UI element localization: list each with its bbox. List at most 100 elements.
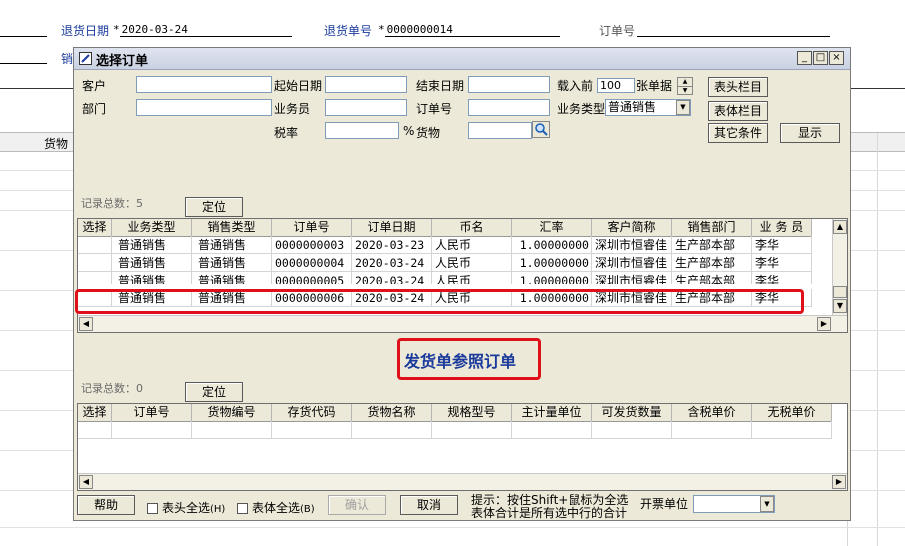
- col-goods-no[interactable]: 货物编号: [192, 404, 272, 421]
- cell-salesperson: 李华: [752, 272, 812, 284]
- dropdown-arrow-icon[interactable]: ▼: [676, 100, 690, 115]
- col-business-type[interactable]: 业务类型: [112, 219, 192, 236]
- load-count-stepper[interactable]: ▲ ▼: [677, 77, 693, 95]
- cell-customer: 深圳市恒睿佳: [592, 272, 672, 284]
- order-no-input[interactable]: [468, 99, 550, 116]
- col-spec-model[interactable]: 规格型号: [432, 404, 512, 421]
- cancel-button[interactable]: 取消: [400, 495, 458, 515]
- department-label: 部门: [82, 102, 107, 116]
- horizontal-scrollbar[interactable]: ◀ ▶: [78, 473, 847, 490]
- vertical-scrollbar[interactable]: ▲ ▼: [832, 219, 847, 315]
- scroll-right-icon[interactable]: ▶: [817, 317, 831, 331]
- bg-underline: [0, 63, 47, 64]
- scroll-left-icon[interactable]: ◀: [79, 475, 93, 489]
- load-count-input[interactable]: 100: [597, 78, 635, 93]
- header-select-all-checkbox[interactable]: [147, 503, 158, 514]
- scroll-left-icon[interactable]: ◀: [79, 317, 93, 331]
- col-inventory-code[interactable]: 存货代码: [272, 404, 352, 421]
- col-order-no[interactable]: 订单号: [272, 219, 352, 236]
- empty-cell: [112, 421, 192, 439]
- col-tax-incl-price[interactable]: 含税单价: [672, 404, 752, 421]
- return-no-value[interactable]: * 0000000014: [378, 23, 453, 36]
- col-select[interactable]: 选择: [78, 404, 112, 421]
- chevron-up-icon[interactable]: ▲: [678, 78, 692, 87]
- col-select[interactable]: 选择: [78, 219, 112, 236]
- col-sales-dept[interactable]: 销售部门: [672, 219, 752, 236]
- return-date-value[interactable]: * 2020-03-24: [113, 23, 188, 36]
- cell-order-no: 0000000004: [272, 254, 352, 272]
- scroll-up-icon[interactable]: ▲: [833, 220, 847, 234]
- confirm-button[interactable]: 确认: [328, 495, 386, 515]
- body-select-all[interactable]: 表体全选(B): [237, 499, 315, 516]
- col-exchange-rate[interactable]: 汇率: [512, 219, 592, 236]
- table-row[interactable]: 普通销售 普通销售 0000000003 2020-03-23 人民币 1.00…: [78, 236, 812, 254]
- invoice-unit-label: 开票单位: [640, 497, 689, 511]
- help-button[interactable]: 帮助: [77, 495, 135, 515]
- load-prefix-label: 载入前: [557, 79, 594, 93]
- end-date-input[interactable]: [468, 76, 550, 93]
- body-columns-button[interactable]: 表体栏目: [708, 101, 768, 121]
- scroll-right-icon[interactable]: ▶: [832, 475, 846, 489]
- customer-input[interactable]: [136, 76, 272, 93]
- bg-underline: [385, 36, 560, 37]
- cell-sales-type: 普通销售: [192, 236, 272, 254]
- search-icon: [535, 123, 548, 136]
- col-tax-excl-price[interactable]: 无税单价: [752, 404, 832, 421]
- col-order-date[interactable]: 订单日期: [352, 219, 432, 236]
- cell-select[interactable]: [78, 254, 112, 272]
- cell-currency: 人民币: [432, 272, 512, 284]
- col-salesperson[interactable]: 业 务 员: [752, 219, 812, 236]
- col-customer[interactable]: 客户简称: [592, 219, 672, 236]
- table-row[interactable]: 普通销售 普通销售 0000000005 2020-03-24 人民币 1.00…: [78, 272, 812, 284]
- tax-rate-input[interactable]: [325, 122, 399, 139]
- bottom-locate-button[interactable]: 定位: [185, 382, 243, 402]
- col-currency[interactable]: 币名: [432, 219, 512, 236]
- horizontal-scrollbar[interactable]: ◀ ▶: [78, 315, 847, 332]
- minimize-button[interactable]: _: [797, 51, 812, 65]
- salesperson-input[interactable]: [325, 99, 407, 116]
- col-main-unit[interactable]: 主计量单位: [512, 404, 592, 421]
- table-row-empty: [78, 421, 832, 439]
- cell-customer: 深圳市恒睿佳: [592, 254, 672, 272]
- scroll-down-icon[interactable]: ▼: [833, 299, 847, 313]
- end-date-label: 结束日期: [416, 79, 465, 93]
- order-detail-header: 选择 订单号 货物编号 存货代码 货物名称 规格型号 主计量单位 可发货数量 含…: [78, 404, 832, 422]
- col-order-no[interactable]: 订单号: [112, 404, 192, 421]
- dialog-titlebar[interactable]: 选择订单 _ □ ×: [74, 48, 850, 70]
- empty-cell: [78, 421, 112, 439]
- top-locate-button[interactable]: 定位: [185, 197, 243, 217]
- goods-input[interactable]: [468, 122, 532, 139]
- col-shippable-qty[interactable]: 可发货数量: [592, 404, 672, 421]
- cell-order-no: 0000000003: [272, 236, 352, 254]
- business-type-label: 业务类型: [557, 102, 606, 116]
- scrollbar-thumb[interactable]: [833, 286, 847, 298]
- goods-search-button[interactable]: [532, 121, 550, 138]
- other-conditions-button[interactable]: 其它条件: [708, 123, 768, 143]
- load-suffix-label: 张单据: [636, 79, 673, 93]
- col-goods-name[interactable]: 货物名称: [352, 404, 432, 421]
- start-date-input[interactable]: [325, 76, 407, 93]
- cell-sales-dept: 生产部本部: [672, 272, 752, 284]
- cell-select[interactable]: [78, 236, 112, 254]
- order-no-label: 订单号: [599, 24, 636, 38]
- close-button[interactable]: ×: [829, 51, 844, 65]
- table-row[interactable]: 普通销售 普通销售 0000000004 2020-03-24 人民币 1.00…: [78, 254, 812, 272]
- body-select-all-checkbox[interactable]: [237, 503, 248, 514]
- header-select-all[interactable]: 表头全选(H): [147, 499, 225, 516]
- header-columns-button[interactable]: 表头栏目: [708, 77, 768, 97]
- business-type-value: 普通销售: [608, 100, 657, 114]
- cell-business-type: 普通销售: [112, 236, 192, 254]
- chevron-down-icon[interactable]: ▼: [678, 87, 692, 95]
- col-sales-type[interactable]: 销售类型: [192, 219, 272, 236]
- sales-label-partial: 销: [61, 52, 74, 66]
- dropdown-arrow-icon[interactable]: ▼: [760, 496, 774, 512]
- tax-rate-label: 税率: [274, 126, 299, 140]
- department-input[interactable]: [136, 99, 272, 116]
- cell-currency: 人民币: [432, 254, 512, 272]
- maximize-button[interactable]: □: [813, 51, 828, 65]
- show-button[interactable]: 显示: [780, 123, 840, 143]
- cell-select[interactable]: [78, 272, 112, 284]
- cell-business-type: 普通销售: [112, 272, 192, 284]
- percent-label: %: [403, 124, 415, 138]
- top-record-count: 记录总数：5: [81, 197, 143, 210]
